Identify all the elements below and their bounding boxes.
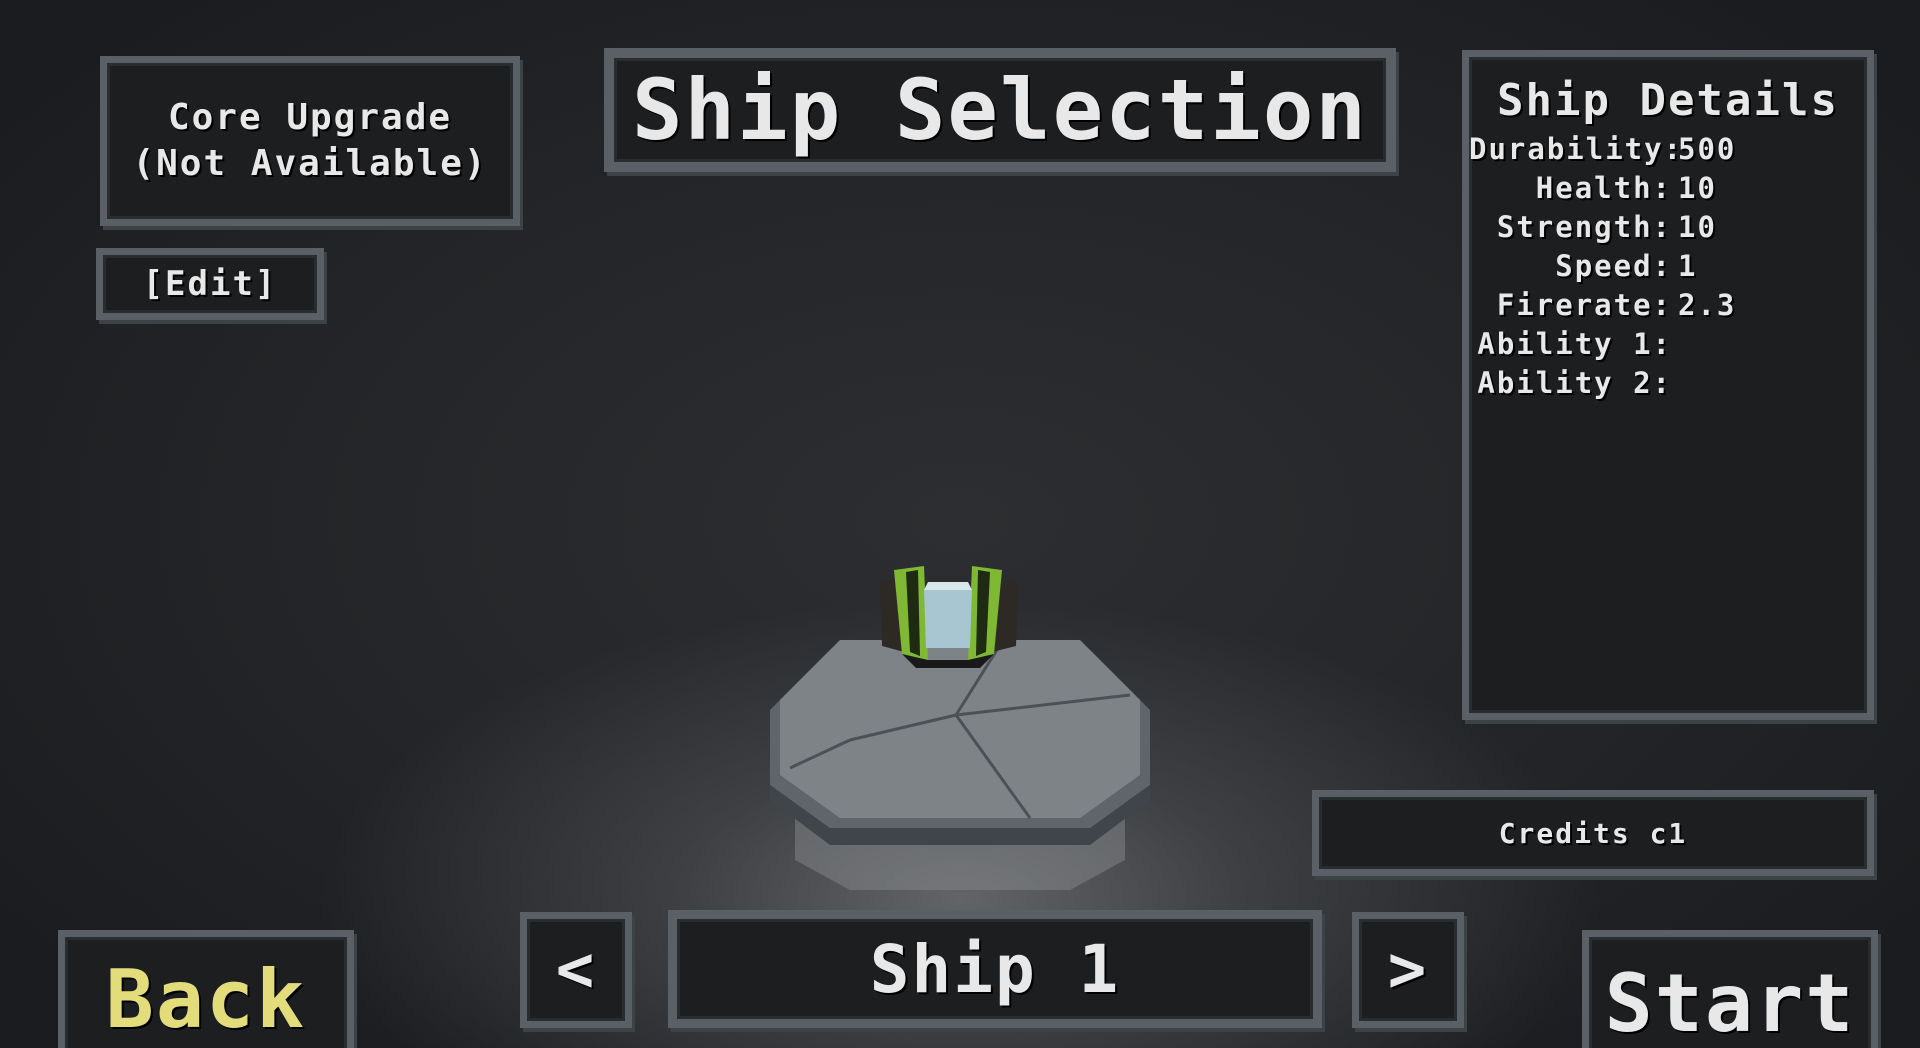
stat-label: Strength: [1496,210,1672,244]
stat-label: Speed: [1555,249,1672,283]
stat-value: 10 [1678,210,1717,244]
stat-value: 500 [1678,132,1737,166]
stat-row-ability-2: Ability 2: [1469,364,1867,403]
core-upgrade-panel[interactable]: Core Upgrade (Not Available) [100,56,520,226]
stat-row-health: Health: 10 [1469,169,1867,208]
core-upgrade-label: Core Upgrade [167,97,453,138]
stat-row-durability: Durability: 500 [1469,130,1867,169]
stat-value: 1 [1678,249,1698,283]
next-ship-button[interactable]: > [1352,912,1464,1028]
stat-value: 10 [1678,171,1717,205]
edit-button[interactable]: [Edit] [96,248,324,320]
stat-value: 2.3 [1678,288,1737,322]
stat-value [1672,325,1678,364]
stat-label: Ability 1: [1477,327,1672,361]
ship-model-icon [880,566,1018,668]
stat-label: Durability: [1469,132,1684,166]
stat-row-strength: Strength: 10 [1469,208,1867,247]
credits-display: Credits c1 [1312,790,1874,876]
back-button[interactable]: Back [58,930,354,1048]
previous-ship-button[interactable]: < [520,912,632,1028]
ship-details-title: Ship Details [1497,75,1839,126]
core-upgrade-status: (Not Available) [132,143,488,184]
ship-name-display: Ship 1 [668,910,1322,1028]
stat-label: Health: [1535,171,1672,205]
start-button[interactable]: Start [1582,930,1878,1048]
game-screen: Core Upgrade (Not Available) [Edit] Ship… [0,0,1920,1048]
stat-row-speed: Speed: 1 [1469,247,1867,286]
stat-row-firerate: Firerate: 2.3 [1469,286,1867,325]
ship-details-panel: Ship Details Durability: 500 Health: 10 … [1462,50,1874,720]
stat-label: Ability 2: [1477,366,1672,400]
stat-value [1672,364,1678,403]
page-title: Ship Selection [604,48,1396,172]
stat-row-ability-1: Ability 1: [1469,325,1867,364]
stat-label: Firerate: [1496,288,1672,322]
